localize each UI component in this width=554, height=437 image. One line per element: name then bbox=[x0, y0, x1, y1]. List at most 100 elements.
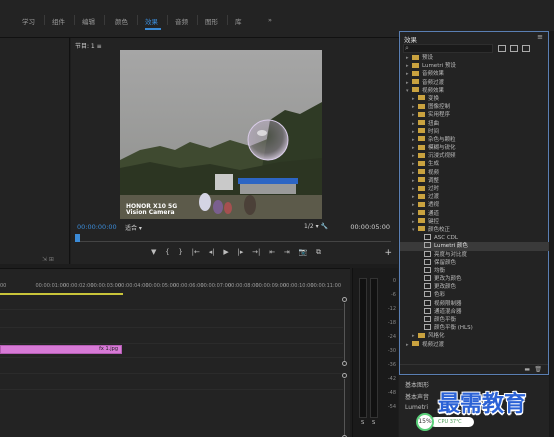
panel-menu-icon[interactable]: ≡ bbox=[537, 33, 543, 41]
effects-tree-item[interactable]: ▸ 视频过渡 bbox=[400, 341, 550, 349]
effects-tree-item[interactable]: 保留颜色 bbox=[400, 258, 550, 267]
scroll-handle-bottom[interactable] bbox=[342, 361, 347, 366]
scroll-handle-top[interactable] bbox=[342, 297, 347, 302]
effects-tree-item[interactable]: ▸ 沉浸式视频 bbox=[400, 152, 550, 160]
effects-tree-item[interactable]: 颜色平衡 (HLS) bbox=[400, 324, 550, 332]
timeline-clip[interactable]: fx 1.jpg bbox=[0, 345, 122, 354]
work-area-bar[interactable] bbox=[0, 293, 123, 295]
effects-tree-item[interactable]: ▸ 实用程序 bbox=[400, 111, 550, 119]
transport-button-2[interactable]: } bbox=[178, 248, 182, 258]
workspace-separator bbox=[44, 15, 45, 25]
current-timecode[interactable]: 00:00:00:00 bbox=[77, 223, 117, 231]
effects-tree-item[interactable]: ▸ 通道 bbox=[400, 210, 550, 218]
effects-tree-item[interactable]: ▸ 过渡 bbox=[400, 193, 550, 201]
accelerated-effects-icon[interactable] bbox=[498, 45, 506, 52]
32bit-effects-icon[interactable] bbox=[510, 45, 518, 52]
panel-resize-icon[interactable]: ⇲ ⊞ bbox=[42, 256, 54, 263]
effects-tree-item[interactable]: ▸ 音频效果 bbox=[400, 70, 550, 78]
meter-db-label: -12 bbox=[387, 306, 396, 312]
delete-icon[interactable]: 🗑 bbox=[534, 366, 542, 373]
effects-tree-item[interactable]: ▾ 颜色校正 bbox=[400, 226, 550, 234]
effects-tree-item[interactable]: ▸ Lumetri 预设 bbox=[400, 62, 550, 70]
solo-left-button[interactable]: S bbox=[361, 420, 364, 426]
effects-tree-item[interactable]: 颜色平衡 bbox=[400, 316, 550, 324]
scroll-handle-top-2[interactable] bbox=[342, 373, 347, 378]
effects-tree-item[interactable]: ▸ 预设 bbox=[400, 54, 550, 62]
essential-sound-tab[interactable]: 基本声音 bbox=[405, 392, 429, 401]
folder-icon bbox=[418, 226, 425, 232]
effects-tree-item[interactable]: ▸ 视频 bbox=[400, 169, 550, 177]
effect-icon bbox=[424, 250, 431, 257]
effects-tree-item[interactable]: ▸ 风格化 bbox=[400, 332, 550, 340]
duration-timecode: 00:00:05:00 bbox=[350, 223, 390, 231]
ruler-tick-label: 00:00:01:00 bbox=[35, 283, 67, 289]
effects-tree-item[interactable]: 亮度与对比度 bbox=[400, 250, 550, 259]
workspace-tab-0[interactable]: 学习 bbox=[22, 16, 35, 26]
transport-button-1[interactable]: { bbox=[165, 248, 169, 258]
effects-tree-item[interactable]: Lumetri 颜色 bbox=[400, 242, 550, 251]
workspace-overflow-button[interactable]: » bbox=[268, 16, 272, 24]
playhead-marker[interactable] bbox=[75, 234, 80, 242]
workspace-tab-5[interactable]: 音频 bbox=[175, 16, 188, 26]
transport-button-0[interactable]: ▼ bbox=[151, 248, 156, 258]
effects-tree-item[interactable]: ASC CDL bbox=[400, 234, 550, 242]
essential-graphics-tab[interactable]: 基本图形 bbox=[405, 380, 429, 389]
effects-tree-item[interactable]: ▸ 键控 bbox=[400, 218, 550, 226]
effects-tree-item[interactable]: ▸ 过时 bbox=[400, 185, 550, 193]
workspace-tab-2[interactable]: 编辑 bbox=[82, 16, 95, 26]
wrench-icon[interactable]: 🔧 bbox=[320, 223, 327, 230]
effects-tree-label: 通道 bbox=[428, 210, 440, 217]
effects-tree-item[interactable]: ▸ 透视 bbox=[400, 201, 550, 209]
workspace-tab-7[interactable]: 库 bbox=[235, 16, 242, 26]
effects-tree-item[interactable]: 色彩 bbox=[400, 291, 550, 299]
add-button[interactable]: + bbox=[384, 248, 392, 258]
program-title[interactable]: 节目: 1 ≡ bbox=[75, 41, 102, 50]
workspace-tab-3[interactable]: 颜色 bbox=[115, 16, 128, 26]
effects-tree-item[interactable]: 均衡 bbox=[400, 266, 550, 275]
quality-select[interactable]: 1/2 ▾ 🔧 bbox=[304, 223, 328, 230]
new-bin-icon[interactable]: ▬ bbox=[524, 366, 530, 373]
effects-tree-label: 均衡 bbox=[434, 267, 446, 274]
workspace-tab-6[interactable]: 图形 bbox=[205, 16, 218, 26]
workspace-tab-1[interactable]: 组件 bbox=[52, 16, 65, 26]
effects-tree-item[interactable]: ▸ 调整 bbox=[400, 177, 550, 185]
transport-button-4[interactable]: ◂| bbox=[209, 248, 215, 258]
solo-right-button[interactable]: S bbox=[372, 420, 375, 426]
effects-tree-item[interactable]: ▸ 时间 bbox=[400, 128, 550, 136]
lumetri-tab[interactable]: Lumetri bbox=[405, 404, 428, 411]
transport-button-10[interactable]: 📷 bbox=[299, 248, 308, 258]
timeline-vertical-scrollbar[interactable] bbox=[342, 297, 347, 437]
effects-tree-item[interactable]: ▸ 生成 bbox=[400, 160, 550, 168]
transport-button-7[interactable]: →| bbox=[252, 248, 260, 258]
workspace-tab-4[interactable]: 效果 bbox=[145, 16, 158, 26]
effects-tree-item[interactable]: ▸ 杂色与颗粒 bbox=[400, 136, 550, 144]
effects-tree-item[interactable]: 视频限制器 bbox=[400, 299, 550, 308]
effects-title[interactable]: 效果 bbox=[404, 34, 417, 44]
transport-button-9[interactable]: ⇥ bbox=[284, 248, 290, 258]
effects-tree-item[interactable]: ▸ 图像控制 bbox=[400, 103, 550, 111]
effects-tree-item[interactable]: ▾ 视频效果 bbox=[400, 87, 550, 95]
effects-tree-item[interactable]: ▸ 音频过渡 bbox=[400, 79, 550, 87]
effects-tree-item[interactable]: 更改为颜色 bbox=[400, 275, 550, 283]
folder-icon bbox=[418, 177, 425, 183]
yuv-effects-icon[interactable] bbox=[522, 45, 530, 52]
track-divider bbox=[0, 373, 343, 374]
transport-button-8[interactable]: ⇤ bbox=[269, 248, 275, 258]
program-scrubber[interactable] bbox=[77, 234, 391, 242]
effects-tree-item[interactable]: ▸ 扭曲 bbox=[400, 120, 550, 128]
video-frame: HONOR X10 5G Vision Camera bbox=[120, 50, 322, 219]
effects-search-input[interactable]: ⌕ bbox=[403, 44, 493, 53]
effects-tree-label: 视频 bbox=[428, 169, 440, 176]
transport-button-3[interactable]: |← bbox=[192, 248, 200, 258]
effects-tree-item[interactable]: 更改颜色 bbox=[400, 283, 550, 291]
effects-tree-label: Lumetri 预设 bbox=[422, 63, 456, 70]
right-edge-scrollbar[interactable] bbox=[549, 31, 554, 437]
transport-button-5[interactable]: ▶ bbox=[223, 248, 228, 258]
transport-button-11[interactable]: ⧉ bbox=[316, 248, 321, 258]
effects-tree-item[interactable]: ▸ 变换 bbox=[400, 95, 550, 103]
effects-tree-item[interactable]: ▸ 模糊与锐化 bbox=[400, 144, 550, 152]
transport-button-6[interactable]: |▸ bbox=[238, 248, 244, 258]
zoom-select-value: 适合 bbox=[125, 225, 138, 232]
zoom-select[interactable]: 适合 ▾ bbox=[125, 223, 142, 232]
effects-tree-item[interactable]: 通道混合器 bbox=[400, 307, 550, 316]
